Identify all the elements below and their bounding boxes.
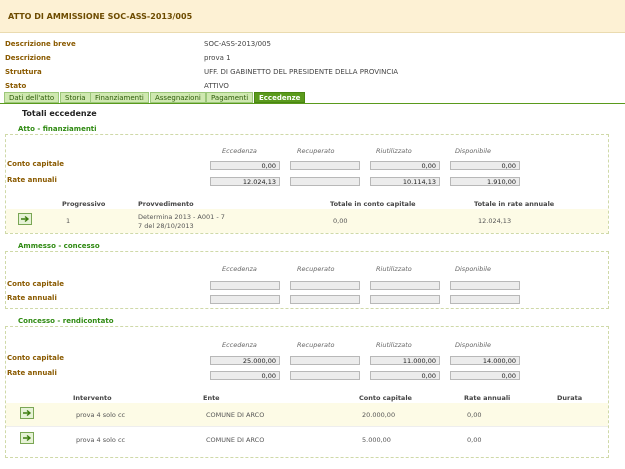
atto-th-annuale: Totale in rate annuale [474, 200, 555, 208]
detail-value-struttura: UFF. DI GABINETTO DEL PRESIDENTE DELLA P… [204, 68, 399, 76]
concesso-cell-ente: COMUNE DI ARCO [206, 411, 265, 419]
tab-eccedenze[interactable]: Eccedenze [254, 92, 306, 103]
open-record-icon[interactable] [20, 432, 34, 446]
ammesso-annuali-eccedenza [210, 295, 280, 304]
section-page-title: Totali eccedenze [22, 109, 97, 118]
tab-finanziamenti[interactable]: Finanziamenti [90, 92, 149, 103]
concesso-col-riutilizzato: Riutilizzato [376, 341, 412, 349]
ammesso-section-title: Ammesso - concesso [18, 242, 100, 250]
detail-value-descrizione: prova 1 [204, 54, 231, 62]
concesso-annuali-disponibile: 0,00 [450, 371, 520, 380]
ammesso-label-rate-annuali: Rate annuali [7, 294, 57, 302]
page-header-title: ATTO DI AMMISSIONE SOC-ASS-2013/005 [8, 12, 193, 21]
concesso-th-intervento: Intervento [73, 394, 112, 402]
concesso-label-rate-annuali: Rate annuali [7, 369, 57, 377]
concesso-annuali-eccedenza: 0,00 [210, 371, 280, 380]
detail-label-stato: Stato [5, 82, 27, 90]
concesso-col-eccedenza: Eccedenza [222, 341, 257, 349]
detail-label-struttura: Struttura [5, 68, 42, 76]
concesso-annuali-recuperato [290, 371, 360, 380]
detail-value-stato: ATTIVO [204, 82, 229, 90]
ammesso-capitale-eccedenza [210, 281, 280, 290]
detail-value-descrizione-breve: SOC-ASS-2013/005 [204, 40, 271, 48]
concesso-section-title: Concesso - rendicontato [18, 317, 114, 325]
atto-cell-provvedimento-line2: 7 del 28/10/2013 [138, 222, 194, 230]
concesso-th-annuali: Rate annuali [464, 394, 511, 402]
ammesso-col-disponibile: Disponibile [455, 265, 491, 273]
atto-cell-annuale: 12.024,13 [478, 217, 512, 225]
concesso-th-ente: Ente [203, 394, 220, 402]
atto-cell-progressivo: 1 [66, 217, 71, 225]
tab-storia[interactable]: Storia [60, 92, 91, 103]
atto-col-eccedenza: Eccedenza [222, 147, 257, 155]
atto-col-recuperato: Recuperato [297, 147, 335, 155]
concesso-capitale-recuperato [290, 356, 360, 365]
concesso-cell-ente: COMUNE DI ARCO [206, 436, 265, 444]
concesso-label-conto-capitale: Conto capitale [7, 354, 65, 362]
concesso-cell-capitale: 5.000,00 [362, 436, 391, 444]
ammesso-label-conto-capitale: Conto capitale [7, 280, 65, 288]
title-bar: ATTO DI AMMISSIONE SOC-ASS-2013/005 [0, 0, 625, 33]
ammesso-capitale-riutilizzato [370, 281, 440, 290]
detail-label-descrizione-breve: Descrizione breve [5, 40, 76, 48]
tab-underline [0, 103, 625, 104]
atto-annuali-riutilizzato: 10.114,13 [370, 177, 440, 186]
concesso-cell-intervento: prova 4 solo cc [76, 436, 126, 444]
concesso-capitale-disponibile: 14.000,00 [450, 356, 520, 365]
atto-annuali-recuperato [290, 177, 360, 186]
concesso-col-recuperato: Recuperato [297, 341, 335, 349]
ammesso-col-riutilizzato: Riutilizzato [376, 265, 412, 273]
atto-cell-capitale: 0,00 [333, 217, 348, 225]
ammesso-annuali-riutilizzato [370, 295, 440, 304]
atto-col-riutilizzato: Riutilizzato [376, 147, 412, 155]
tab-dati-atto[interactable]: Dati dell'atto [4, 92, 60, 103]
open-record-icon[interactable] [20, 407, 34, 421]
atto-col-disponibile: Disponibile [455, 147, 491, 155]
atto-table-row [6, 209, 608, 233]
concesso-capitale-eccedenza: 25.000,00 [210, 356, 280, 365]
atto-annuali-disponibile: 1.910,00 [450, 177, 520, 186]
concesso-cell-annuali: 0,00 [467, 436, 482, 444]
atto-capitale-recuperato [290, 161, 360, 170]
atto-annuali-eccedenza: 12.024,13 [210, 177, 280, 186]
concesso-cell-intervento: prova 4 solo cc [76, 411, 126, 419]
detail-label-descrizione: Descrizione [5, 54, 51, 62]
atto-th-progressivo: Progressivo [62, 200, 106, 208]
atto-label-rate-annuali: Rate annuali [7, 176, 57, 184]
atto-th-provvedimento: Provvedimento [138, 200, 194, 208]
concesso-col-disponibile: Disponibile [455, 341, 491, 349]
concesso-th-durata: Durata [557, 394, 583, 402]
tab-assegnazioni[interactable]: Assegnazioni [150, 92, 206, 103]
row-divider [6, 426, 608, 427]
ammesso-capitale-disponibile [450, 281, 520, 290]
ammesso-annuali-recuperato [290, 295, 360, 304]
atto-capitale-disponibile: 0,00 [450, 161, 520, 170]
ammesso-annuali-disponibile [450, 295, 520, 304]
open-record-icon[interactable] [18, 213, 32, 227]
atto-capitale-eccedenza: 0,00 [210, 161, 280, 170]
atto-section-title: Atto - finanziamenti [18, 125, 97, 133]
ammesso-capitale-recuperato [290, 281, 360, 290]
ammesso-col-recuperato: Recuperato [297, 265, 335, 273]
concesso-capitale-riutilizzato: 11.000,00 [370, 356, 440, 365]
concesso-cell-annuali: 0,00 [467, 411, 482, 419]
ammesso-col-eccedenza: Eccedenza [222, 265, 257, 273]
concesso-annuali-riutilizzato: 0,00 [370, 371, 440, 380]
concesso-cell-capitale: 20.000,00 [362, 411, 396, 419]
tab-pagamenti[interactable]: Pagamenti [206, 92, 254, 103]
atto-th-capitale: Totale in conto capitale [330, 200, 416, 208]
concesso-th-capitale: Conto capitale [359, 394, 412, 402]
atto-label-conto-capitale: Conto capitale [7, 160, 65, 168]
atto-capitale-riutilizzato: 0,00 [370, 161, 440, 170]
atto-cell-provvedimento-line1: Determina 2013 - A001 - 7 [138, 213, 225, 221]
